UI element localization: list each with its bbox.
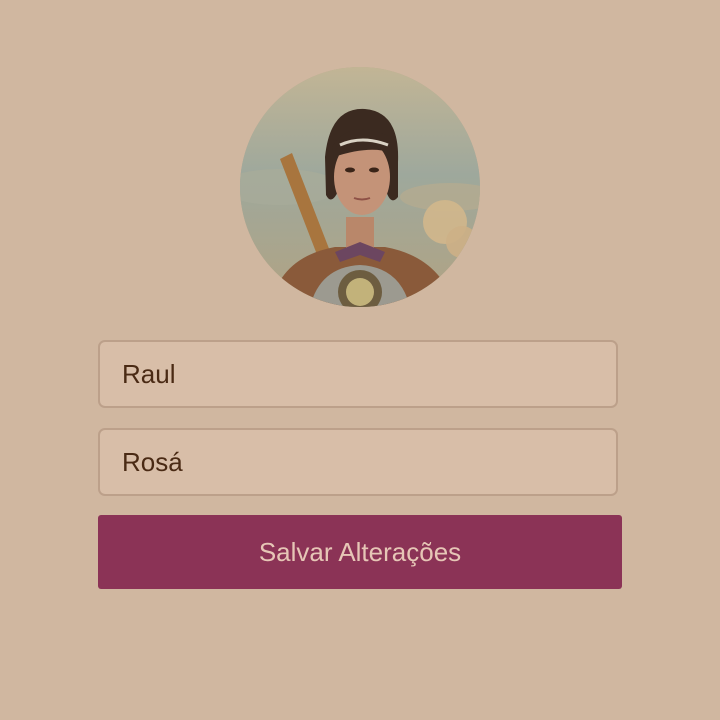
first-name-input[interactable] bbox=[100, 342, 616, 406]
last-name-input[interactable] bbox=[100, 430, 616, 494]
profile-edit-page: Salvar Alterações bbox=[0, 0, 720, 720]
avatar-portrait-icon bbox=[240, 67, 480, 307]
first-name-field[interactable] bbox=[98, 340, 618, 408]
last-name-field[interactable] bbox=[98, 428, 618, 496]
save-changes-button[interactable]: Salvar Alterações bbox=[98, 515, 622, 589]
avatar[interactable] bbox=[240, 67, 480, 307]
